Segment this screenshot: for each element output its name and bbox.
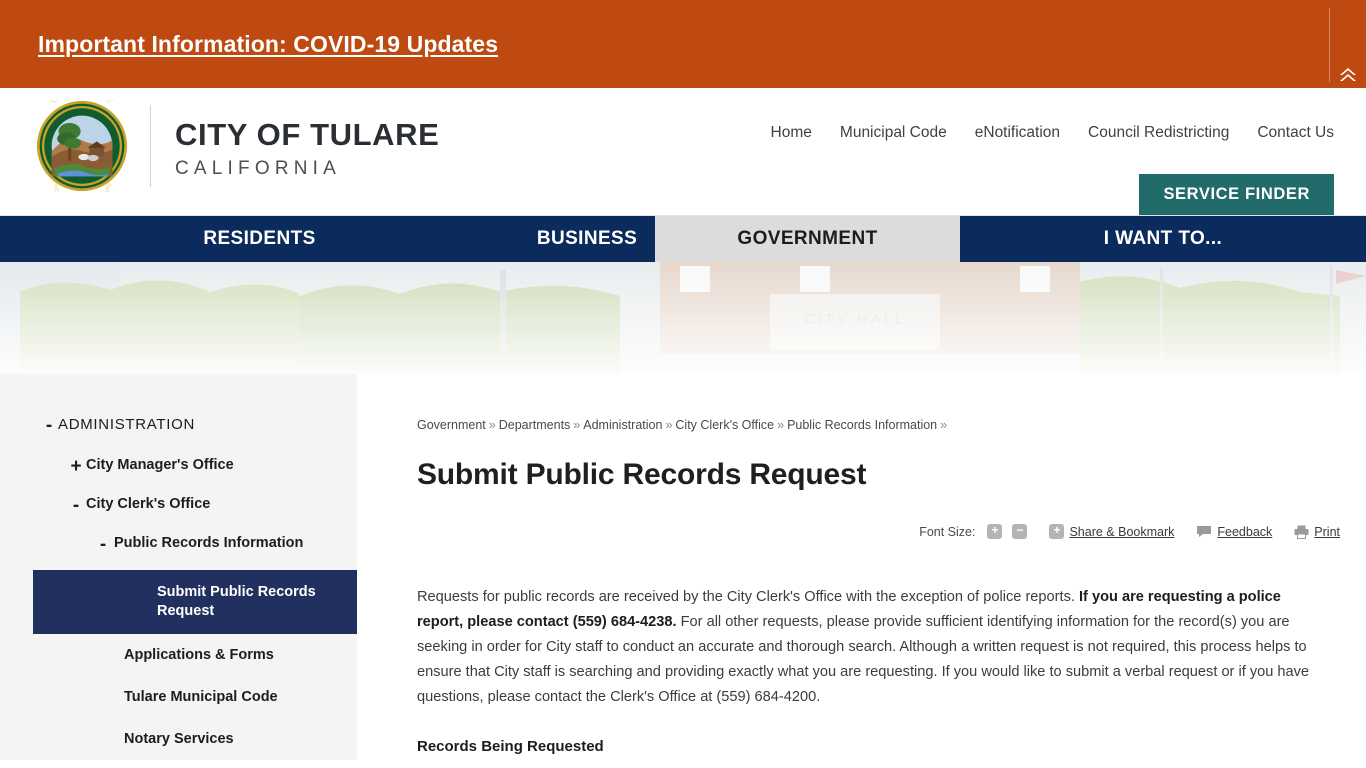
breadcrumb-government[interactable]: Government [417, 418, 486, 432]
sidebar-item-label: City Clerk's Office [86, 496, 211, 512]
brand-lockup[interactable]: CITY OF TULARE INCORPORATED APRIL 5 1888… [36, 100, 439, 192]
breadcrumb-departments[interactable]: Departments [499, 418, 571, 432]
sidebar-item-public-records-information[interactable]: - Public Records Information [0, 535, 357, 554]
sidebar-item-label: Public Records Information [114, 535, 304, 551]
page-tools-bar: Font Size: + − + Share & Bookmark Feedba… [417, 524, 1346, 539]
body-text-part1: Requests for public records are received… [417, 589, 1079, 605]
site-header: CITY OF TULARE INCORPORATED APRIL 5 1888… [0, 88, 1366, 216]
breadcrumb-separator: » [573, 418, 581, 432]
share-bookmark-link[interactable]: Share & Bookmark [1069, 525, 1174, 539]
sidebar-item-applications-and-forms[interactable]: Applications & Forms [0, 634, 357, 676]
feedback-link[interactable]: Feedback [1217, 525, 1272, 539]
sidebar-item-tulare-municipal-code[interactable]: Tulare Municipal Code [0, 676, 357, 718]
printer-icon [1294, 525, 1309, 539]
font-size-label: Font Size: [919, 524, 976, 539]
double-chevron-up-icon[interactable] [1334, 62, 1362, 86]
utility-nav-enotification[interactable]: eNotification [975, 124, 1060, 142]
city-seal-logo-icon: CITY OF TULARE INCORPORATED APRIL 5 1888 [36, 100, 128, 192]
breadcrumb-separator: » [665, 418, 673, 432]
collapse-toggle-icon[interactable]: - [66, 496, 86, 515]
feedback-group[interactable]: Feedback [1196, 525, 1272, 539]
sidebar-item-city-clerks-office[interactable]: - City Clerk's Office [0, 496, 357, 515]
nav-item-government[interactable]: GOVERNMENT [655, 216, 960, 262]
print-group[interactable]: Print [1294, 525, 1340, 539]
primary-navigation: RESIDENTS BUSINESS GOVERNMENT I WANT TO.… [0, 216, 1366, 262]
sidebar-item-administration[interactable]: - ADMINISTRATION [0, 416, 357, 435]
share-plus-icon[interactable]: + [1049, 524, 1065, 539]
records-being-requested-heading: Records Being Requested [417, 738, 604, 756]
content-area: - ADMINISTRATION + City Manager's Office… [0, 374, 1366, 760]
page-title: Submit Public Records Request [417, 458, 867, 491]
brand-divider [150, 105, 151, 187]
breadcrumb-administration[interactable]: Administration [583, 418, 662, 432]
breadcrumb-city-clerks-office[interactable]: City Clerk's Office [675, 418, 774, 432]
collapse-toggle-icon[interactable]: - [92, 535, 114, 554]
print-link[interactable]: Print [1314, 525, 1340, 539]
speech-bubble-icon [1197, 526, 1212, 537]
sidebar-item-label: City Manager's Office [86, 457, 234, 473]
service-finder-button[interactable]: SERVICE FINDER [1139, 174, 1334, 215]
share-bookmark-group[interactable]: + Share & Bookmark [1049, 524, 1174, 539]
font-size-decrease-button[interactable]: − [1012, 524, 1028, 539]
utility-nav-council-redistricting[interactable]: Council Redistricting [1088, 124, 1229, 142]
brand-subtitle: CALIFORNIA [175, 157, 342, 179]
sidebar-item-notary-services[interactable]: Notary Services [0, 718, 357, 760]
covid-alert-link[interactable]: Important Information: COVID-19 Updates [38, 31, 498, 58]
city-hall-banner-image: CITY HALL [0, 262, 1366, 374]
utility-nav-home[interactable]: Home [771, 124, 812, 142]
breadcrumb-separator: » [488, 418, 496, 432]
body-paragraph: Requests for public records are received… [417, 585, 1327, 760]
nav-item-residents[interactable]: RESIDENTS [0, 216, 519, 262]
hero-banner: CITY HALL [0, 262, 1366, 374]
collapse-toggle-icon[interactable]: - [40, 416, 58, 435]
alert-divider [1329, 8, 1330, 82]
font-size-increase-button[interactable]: + [987, 524, 1003, 539]
breadcrumb-separator: » [940, 418, 948, 432]
breadcrumb-public-records-information[interactable]: Public Records Information [787, 418, 937, 432]
sidebar-item-city-managers-office[interactable]: + City Manager's Office [0, 457, 357, 476]
utility-nav: Home Municipal Code eNotification Counci… [771, 124, 1334, 142]
covid-alert-bar: Important Information: COVID-19 Updates [0, 0, 1366, 88]
breadcrumb-separator: » [777, 418, 785, 432]
brand-name: CITY OF TULARE [175, 116, 440, 152]
nav-item-i-want-to[interactable]: I WANT TO... [960, 216, 1366, 262]
sidebar-item-label: ADMINISTRATION [58, 416, 196, 433]
section-sidebar: - ADMINISTRATION + City Manager's Office… [0, 374, 357, 760]
sidebar-item-submit-public-records-request[interactable]: Submit Public Records Request [33, 570, 357, 635]
main-content: Government» Departments» Administration» Ci… [357, 374, 1366, 760]
breadcrumb: Government» Departments» Administration» Ci… [417, 418, 1346, 432]
utility-nav-contact-us[interactable]: Contact Us [1257, 124, 1334, 142]
nav-item-business[interactable]: BUSINESS [519, 216, 655, 262]
utility-nav-municipal-code[interactable]: Municipal Code [840, 124, 947, 142]
expand-toggle-icon[interactable]: + [66, 457, 86, 476]
